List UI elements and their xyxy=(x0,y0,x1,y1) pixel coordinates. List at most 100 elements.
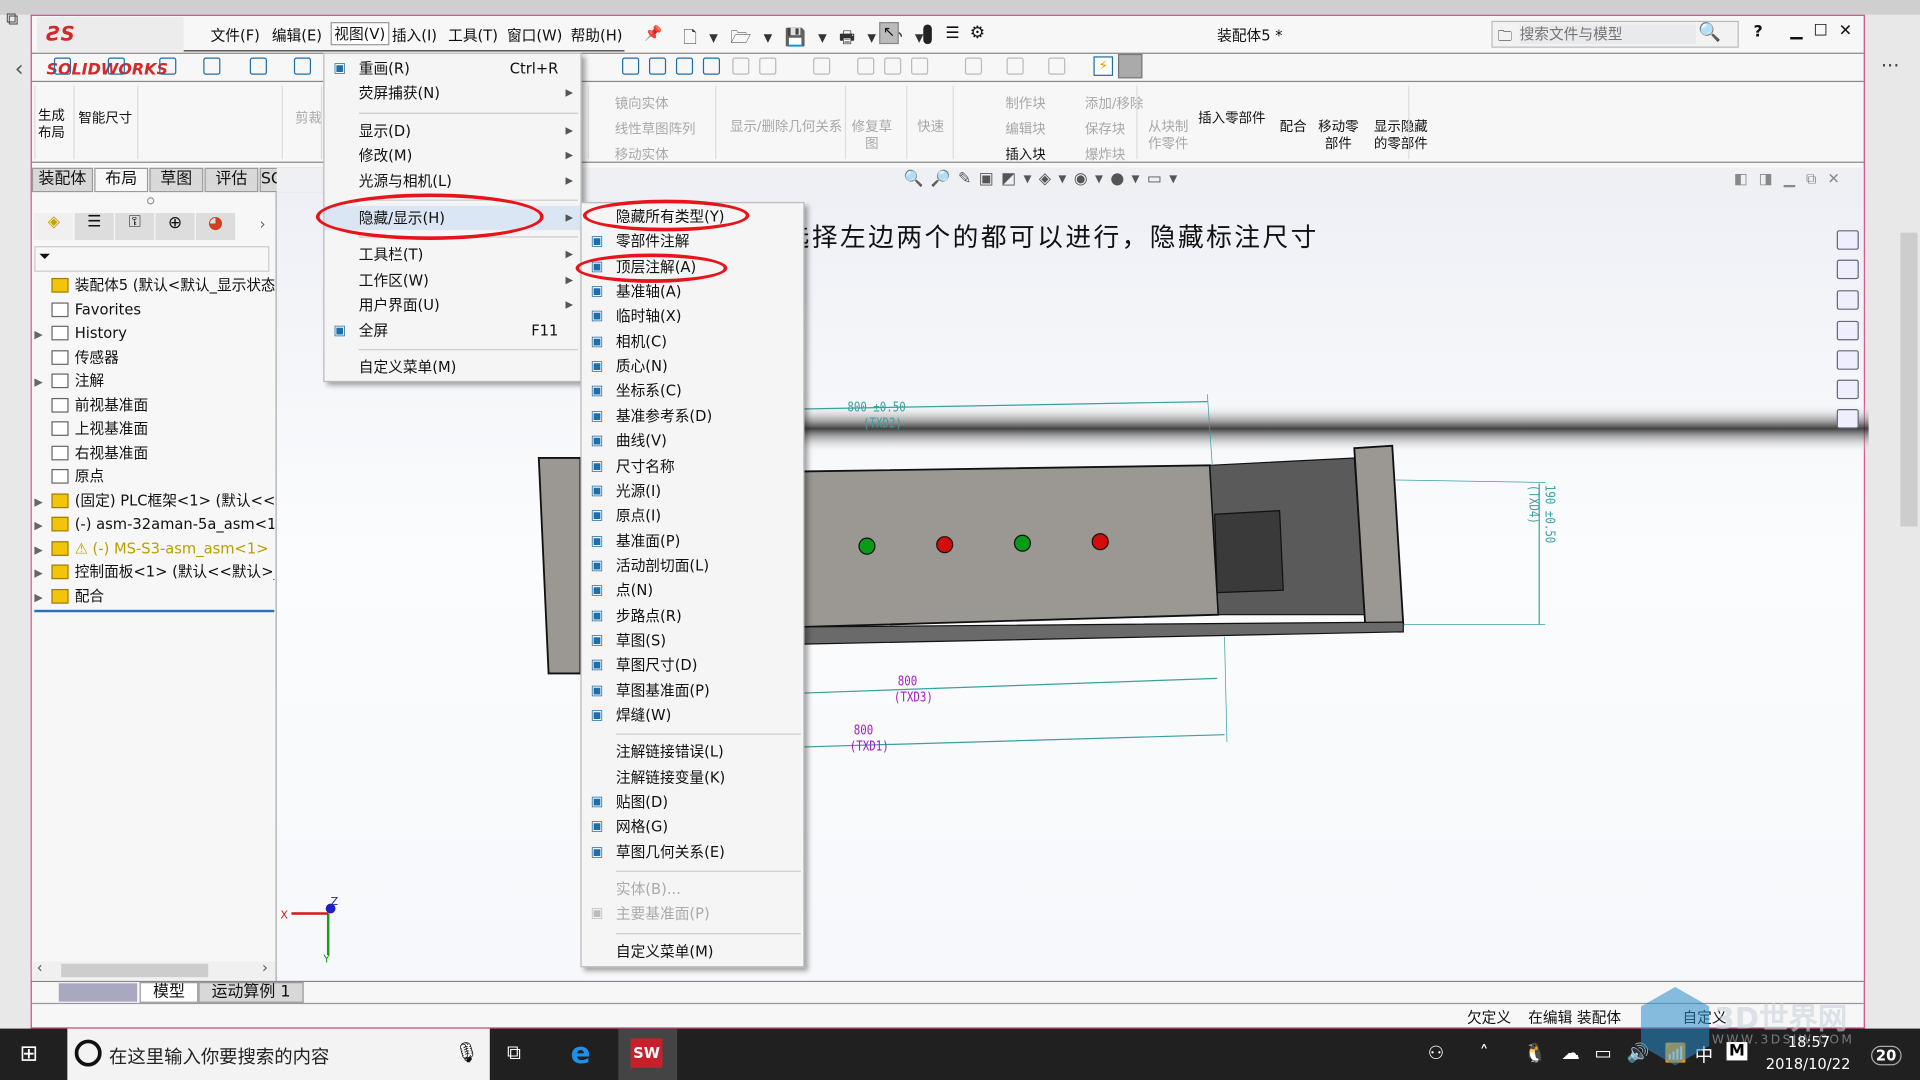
submenu-arrow-icon: ▶ xyxy=(565,211,574,223)
menu-item[interactable]: 荧屏捕获(N) ▶ xyxy=(324,81,580,105)
expand-arrow-icon[interactable]: ▶ xyxy=(34,563,51,584)
configuration-manager-tab-icon[interactable]: ⚿ xyxy=(115,213,155,241)
tree-item[interactable]: 前视基准面 xyxy=(34,394,274,417)
windows-start-icon[interactable]: ⊞ xyxy=(20,1041,38,1067)
tree-item[interactable]: ▶ (固定) PLC框架<1> (默认<<! xyxy=(34,489,274,512)
expand-arrow-icon[interactable]: ▶ xyxy=(34,492,51,513)
tree-item[interactable]: 传感器 xyxy=(34,346,274,369)
status-mode: 在编辑 装配体 xyxy=(1528,1008,1622,1027)
tree-item[interactable]: Favorites xyxy=(34,298,274,321)
tree-item[interactable]: ▶ 注解 xyxy=(34,370,274,393)
menu-item[interactable]: ▣ 原点(I) xyxy=(582,503,804,527)
menu-item[interactable]: ▣ 相机(C) xyxy=(582,329,804,353)
menu-item[interactable]: 注解链接变量(K) xyxy=(582,765,804,789)
tree-item[interactable]: ▶ ⚠ (-) MS-S3-asm_asm<1> xyxy=(34,537,274,560)
menu-item[interactable]: 修改(M) ▶ xyxy=(324,143,580,167)
scroll-right-icon: › xyxy=(262,958,268,976)
chevron-right-icon[interactable]: › xyxy=(260,216,266,233)
fullscreen-icon: ▣ xyxy=(333,321,347,338)
menu-item-label: 重画(R) xyxy=(358,60,410,78)
edge-icon[interactable]: e xyxy=(571,1036,591,1070)
solidworks-taskbar-button[interactable]: SW xyxy=(618,1028,678,1080)
forum-icon[interactable] xyxy=(1836,408,1859,429)
menu-item[interactable]: ▣ 尺寸名称 xyxy=(582,454,804,478)
menu-item[interactable]: ▣ 质心(N) xyxy=(582,354,804,378)
custom-properties-icon[interactable] xyxy=(1836,379,1859,400)
filter-box[interactable]: ⏷ xyxy=(34,246,270,272)
tree-item[interactable]: ▶ History xyxy=(34,322,274,345)
notification-badge[interactable]: 20 xyxy=(1871,1045,1902,1066)
tree-item[interactable]: 上视基准面 xyxy=(34,418,274,441)
menu-item[interactable]: ▣ 步路点(R) xyxy=(582,603,804,627)
menu-item[interactable]: ▣ 基准面(P) xyxy=(582,528,804,552)
menu-item[interactable]: ▣ 草图尺寸(D) xyxy=(582,653,804,677)
tree-node-icon xyxy=(51,397,69,413)
menu-item[interactable]: 用户界面(U) ▶ xyxy=(324,293,580,317)
menu-item[interactable]: ▣ 曲线(V) xyxy=(582,429,804,453)
menu-item[interactable]: ▣ 活动剖切面(L) xyxy=(582,553,804,577)
bottom-tab-1[interactable]: 运动算例 1 xyxy=(198,982,304,1003)
tree-item[interactable]: 装配体5 (默认<默认_显示状态-1 xyxy=(34,274,274,297)
feature-manager-tab-icon[interactable]: ◈ xyxy=(34,213,74,241)
menu-item-label: 光源与相机(L) xyxy=(358,172,452,190)
tab-scroll-buttons[interactable] xyxy=(58,983,138,1002)
menu-item-label: 焊缝(W) xyxy=(615,706,672,724)
menu-item[interactable]: ▣ 零部件注解 xyxy=(582,229,804,253)
menu-item[interactable]: ▣ 重画(R) Ctrl+R xyxy=(324,56,580,80)
design-library-icon[interactable] xyxy=(1836,259,1859,280)
tree-item[interactable]: 原点 xyxy=(34,465,274,488)
menu-item-label: 网格(G) xyxy=(615,818,669,836)
bottom-tab-0[interactable]: 模型 xyxy=(139,982,199,1003)
dimxpert-tab-icon[interactable]: ⊕ xyxy=(155,213,195,241)
property-manager-tab-icon[interactable]: ☰ xyxy=(74,213,114,241)
annotation-note: 选择左边两个的都可以进行，隐藏标注尺寸 xyxy=(783,222,1319,253)
tree-node-icon xyxy=(51,468,69,484)
menu-item[interactable]: 自定义菜单(M) xyxy=(582,939,804,963)
temporary-axis-icon: ▣ xyxy=(590,307,604,324)
indicator-lamp xyxy=(1013,534,1032,552)
expand-arrow-icon[interactable]: ▶ xyxy=(34,587,51,608)
menu-item[interactable]: 工具栏(T) ▶ xyxy=(324,243,580,267)
home-icon[interactable] xyxy=(1836,230,1859,250)
menu-item[interactable]: 显示(D) ▶ xyxy=(324,119,580,143)
appearances-icon[interactable] xyxy=(1836,350,1859,370)
tree-item[interactable]: ▶ 配合 xyxy=(34,585,274,608)
menu-item[interactable]: ▣ 焊缝(W) xyxy=(582,703,804,727)
file-explorer-icon[interactable] xyxy=(1836,290,1859,310)
menu-item[interactable]: 光源与相机(L) ▶ xyxy=(324,168,580,192)
expand-arrow-icon[interactable]: ▶ xyxy=(34,539,51,560)
menu-item[interactable]: ▣ 临时轴(X) xyxy=(582,304,804,328)
menu-item-label: 自定义菜单(M) xyxy=(615,942,714,960)
menu-item[interactable]: ▣ 网格(G) xyxy=(582,815,804,839)
menu-item[interactable]: 自定义菜单(M) xyxy=(324,355,580,379)
display-manager-tab-icon[interactable]: ◕ xyxy=(195,213,236,241)
tree-item[interactable]: ▶ (-) asm-32aman-5a_asm<1: xyxy=(34,513,274,536)
menu-item-label: 尺寸名称 xyxy=(615,457,675,475)
menu-item[interactable]: ▣ 草图(S) xyxy=(582,628,804,652)
expand-arrow-icon[interactable]: ▶ xyxy=(34,324,51,345)
menu-item[interactable]: ▣ 草图几何关系(E) xyxy=(582,840,804,864)
tree-hscrollbar[interactable]: ‹ › xyxy=(31,958,276,980)
menu-item[interactable]: ▣ 基准参考系(D) xyxy=(582,404,804,428)
expand-arrow-icon[interactable]: ▶ xyxy=(34,372,51,393)
taskbar-search[interactable]: 在这里输入你要搜索的内容 🎙 xyxy=(67,1028,490,1080)
menu-item[interactable]: ▣ 草图基准面(P) xyxy=(582,678,804,702)
view-palette-icon[interactable] xyxy=(1836,320,1859,341)
menu-shortcut: F11 xyxy=(531,321,559,339)
menu-item[interactable]: ▣ 贴图(D) xyxy=(582,790,804,814)
menu-item[interactable]: ▣ 全屏 F11 xyxy=(324,318,580,342)
menu-item[interactable]: ▣ 点(N) xyxy=(582,578,804,602)
menu-item[interactable]: 工作区(W) ▶ xyxy=(324,268,580,292)
microphone-icon[interactable]: 🎙 xyxy=(454,1041,479,1064)
expand-arrow-icon[interactable]: ▶ xyxy=(34,516,51,537)
tree-item[interactable]: ▶ 控制面板<1> (默认<<默认>_ xyxy=(34,561,274,584)
menu-item[interactable]: 注解链接错误(L) xyxy=(582,740,804,764)
menu-item-label: 工具栏(T) xyxy=(358,246,424,264)
menu-item[interactable]: ▣ 坐标系(C) xyxy=(582,379,804,403)
clock-date[interactable]: 2018/10/22 xyxy=(1766,1056,1851,1073)
menu-item[interactable]: ▣ 光源(I) xyxy=(582,479,804,503)
task-view-icon[interactable]: ⧉ xyxy=(507,1041,521,1065)
menu-item[interactable]: ▣ 基准轴(A) xyxy=(582,279,804,303)
menu-item-label: 全屏 xyxy=(358,321,389,339)
tree-item[interactable]: 右视基准面 xyxy=(34,441,274,464)
